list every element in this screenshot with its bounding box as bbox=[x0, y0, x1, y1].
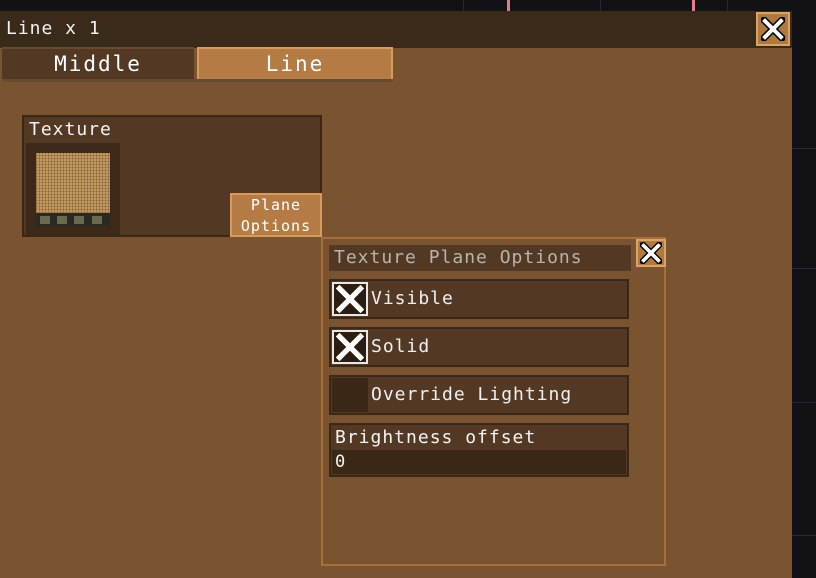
tab-line[interactable]: Line bbox=[197, 47, 393, 79]
override-lighting-checkbox[interactable] bbox=[332, 378, 368, 412]
frame-icon bbox=[74, 216, 84, 224]
option-solid-row[interactable]: Solid bbox=[329, 327, 629, 367]
window-titlebar[interactable]: Line x 1 bbox=[0, 11, 792, 48]
solid-label: Solid bbox=[371, 336, 431, 357]
grid-line bbox=[600, 0, 601, 11]
close-icon bbox=[761, 17, 785, 41]
grid-line bbox=[792, 268, 816, 269]
grid-line bbox=[792, 535, 816, 536]
frame-icon bbox=[92, 216, 102, 224]
plane-options-button[interactable]: Plane Options bbox=[230, 193, 322, 237]
popup-title: Texture Plane Options bbox=[329, 245, 631, 271]
checkmark-x-icon bbox=[336, 333, 364, 361]
brightness-offset-group: Brightness offset bbox=[329, 423, 629, 477]
tab-middle-label: Middle bbox=[54, 52, 142, 76]
grid-line bbox=[463, 0, 464, 11]
editor-line-marker bbox=[507, 0, 510, 11]
close-icon bbox=[640, 242, 662, 264]
plane-options-label-line1: Plane bbox=[250, 196, 302, 214]
tab-bar-divider bbox=[2, 79, 393, 82]
option-override-lighting-row[interactable]: Override Lighting bbox=[329, 375, 629, 415]
texture-label: Texture bbox=[29, 119, 112, 140]
texture-panel: Texture Plane Options bbox=[22, 115, 322, 237]
texture-frame-strip bbox=[36, 213, 110, 226]
texture-plane-options-popup: Texture Plane Options Visible Solid Over… bbox=[321, 237, 666, 566]
solid-checkbox[interactable] bbox=[332, 330, 368, 364]
tab-middle[interactable]: Middle bbox=[2, 47, 194, 79]
checkmark-x-icon bbox=[336, 285, 364, 313]
editor-line-marker bbox=[692, 0, 695, 11]
visible-label: Visible bbox=[371, 288, 454, 309]
window-close-button[interactable] bbox=[756, 12, 790, 46]
grid-line bbox=[727, 0, 728, 11]
texture-thumbnail[interactable] bbox=[26, 143, 120, 235]
line-properties-window: Line x 1 Middle Line Texture Plane Optio… bbox=[0, 11, 792, 578]
grid-line bbox=[792, 402, 816, 403]
option-visible-row[interactable]: Visible bbox=[329, 279, 629, 319]
grid-line bbox=[792, 148, 816, 149]
override-lighting-label: Override Lighting bbox=[371, 384, 573, 405]
frame-icon bbox=[57, 216, 67, 224]
texture-preview-image bbox=[36, 153, 110, 213]
tab-line-label: Line bbox=[265, 52, 325, 76]
editor-background-right bbox=[792, 0, 816, 578]
popup-close-button[interactable] bbox=[636, 239, 666, 267]
brightness-offset-input[interactable] bbox=[332, 450, 626, 474]
frame-icon bbox=[40, 216, 50, 224]
window-title: Line x 1 bbox=[6, 18, 101, 39]
plane-options-label-line2: Options bbox=[240, 217, 312, 235]
visible-checkbox[interactable] bbox=[332, 282, 368, 316]
brightness-offset-label: Brightness offset bbox=[335, 427, 537, 448]
